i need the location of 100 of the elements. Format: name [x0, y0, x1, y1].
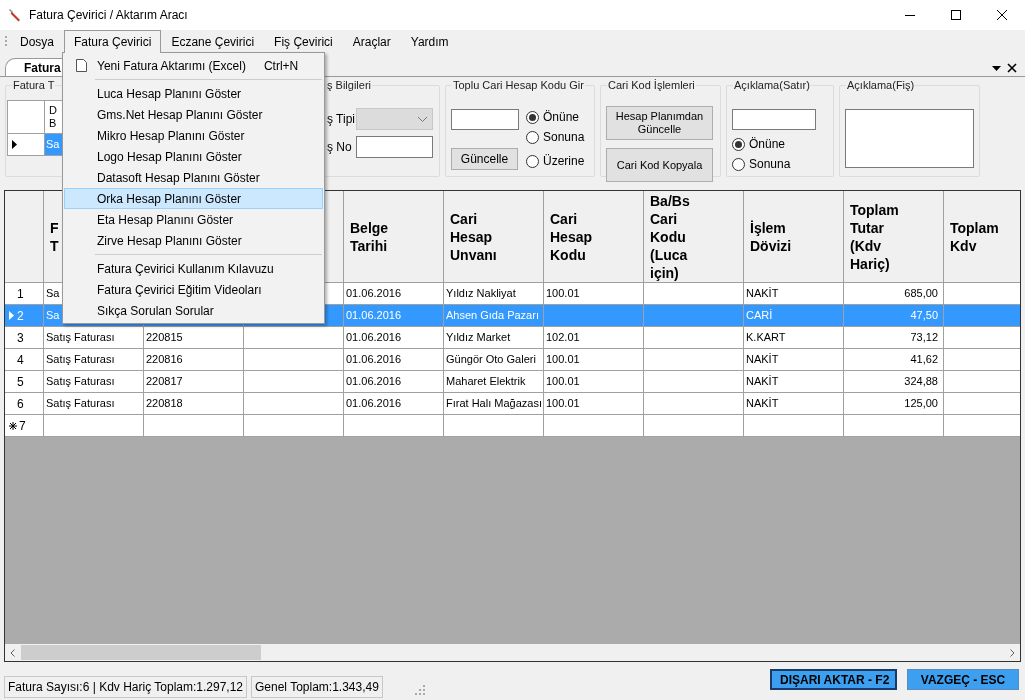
dropdown-caret-icon[interactable]: [992, 65, 1001, 71]
radio-button[interactable]: [526, 110, 539, 124]
table-cell-text: 01.06.2016: [346, 352, 402, 368]
menu-label: Fatura Çevirici Eğitim Videoları: [97, 281, 262, 299]
table-cell-text: 100.01: [546, 286, 580, 302]
column-header[interactable]: Toplam Kdv: [944, 191, 1020, 282]
menu-item[interactable]: Eta Hesap Planını Göster: [64, 209, 323, 230]
radio-button[interactable]: [732, 157, 745, 171]
radio-button[interactable]: [526, 154, 539, 168]
scrollbar-thumb[interactable]: [21, 645, 261, 660]
table-cell-text: Maharet Elektrik: [446, 374, 526, 390]
row-number: 5: [17, 373, 24, 391]
table-row[interactable]: 5 Satış Faturası 220817 01.06.2016 Maharet Elektrik 100.01 NAKİT 324,88: [5, 371, 1020, 393]
table-cell-text: Satış Faturası: [46, 374, 115, 390]
new-row-icon: [9, 421, 17, 430]
column-header[interactable]: İşlem Dövizi: [744, 191, 844, 282]
window-title: Fatura Çevirici / Aktarım Aracı: [29, 7, 188, 24]
note-text-area[interactable]: [845, 109, 974, 168]
table-cell-text: Satış Faturası: [46, 396, 115, 412]
table-cell-text: Yıldız Market: [446, 330, 511, 346]
table-cell-text: 73,12: [910, 330, 938, 346]
menu-label: Datasoft Hesap Planını Göster: [97, 169, 260, 187]
table-row[interactable]: 4 Satış Faturası 220816 01.06.2016 Güngör Oto Galeri 100.01 NAKİT 41,62: [5, 349, 1020, 371]
menu-item[interactable]: Logo Hesap Planını Göster: [64, 146, 323, 167]
horizontal-scrollbar[interactable]: [5, 644, 1020, 661]
column-header[interactable]: Belge Tarihi: [344, 191, 444, 282]
table-cell-text: NAKİT: [746, 286, 779, 302]
table-cell-text: 41,62: [910, 352, 938, 368]
radio-button[interactable]: [526, 130, 539, 144]
table-cell-text: 01.06.2016: [346, 396, 402, 412]
note-field[interactable]: [732, 109, 816, 130]
code-field[interactable]: [451, 109, 519, 130]
radio-label: Sonuna: [749, 156, 791, 173]
table-cell-text: K.KART: [746, 330, 786, 346]
shortcut-label: Ctrl+N: [263, 57, 299, 75]
table-cell-text: 100.01: [546, 374, 580, 390]
column-header[interactable]: Cari Hesap Unvanı: [444, 191, 544, 282]
menu-item[interactable]: Yardım: [400, 30, 459, 53]
scroll-left-icon[interactable]: [10, 648, 15, 657]
column-header: D B: [49, 103, 57, 131]
menu-label: Yeni Fatura Aktarımı (Excel): [97, 57, 246, 75]
current-row-icon: [12, 140, 17, 149]
table-cell-text: Sa: [46, 308, 60, 324]
radio-button[interactable]: [732, 137, 745, 151]
table-cell-text: 100.01: [546, 352, 580, 368]
menu-item[interactable]: Eczane Çevirici: [161, 30, 265, 53]
action-button[interactable]: DIŞARI AKTAR - F2: [770, 669, 897, 690]
wrench-icon: [7, 7, 23, 23]
action-button[interactable]: Cari Kod Kopyala: [606, 148, 713, 182]
row-number: 1: [17, 285, 24, 303]
table-cell-text: NAKİT: [746, 352, 779, 368]
table-cell-text: Fırat Halı Mağazası: [446, 396, 542, 412]
row-number: 6: [17, 395, 24, 413]
menu-item[interactable]: Orka Hesap Planını Göster: [64, 188, 323, 209]
menu-item[interactable]: Luca Hesap Planını Göster: [64, 83, 323, 104]
column-header[interactable]: Cari Hesap Kodu: [544, 191, 644, 282]
chevron-down-icon: [418, 116, 427, 122]
table-cell-text: 01.06.2016: [346, 374, 402, 390]
radio-label: Sonuna: [543, 129, 585, 146]
table-cell-text: 47,50: [910, 308, 938, 324]
document-icon: [75, 59, 87, 72]
column-header[interactable]: Ba/Bs Cari Kodu (Luca için): [644, 191, 744, 282]
menu-label: Fatura Çevirici Kullanım Kılavuzu: [97, 260, 274, 278]
menu-item[interactable]: Dosya: [10, 30, 64, 53]
menu-item[interactable]: Araçlar: [342, 30, 401, 53]
menu-item[interactable]: Zirve Hesap Planını Göster: [64, 230, 323, 251]
action-button[interactable]: Hesap Planımdan Güncelle: [606, 106, 713, 140]
field-label: ş No: [327, 139, 352, 156]
table-cell-text: 220815: [146, 330, 183, 346]
update-button[interactable]: Güncelle: [451, 148, 518, 170]
scroll-right-icon[interactable]: [1010, 648, 1015, 657]
current-row-icon: [9, 311, 14, 320]
number-field[interactable]: [356, 136, 433, 158]
menu-label: Zirve Hesap Planını Göster: [97, 232, 242, 250]
menu-label: Sıkça Sorulan Sorular: [97, 302, 214, 320]
table-cell-text: 685,00: [904, 286, 938, 302]
close-icon[interactable]: [1007, 63, 1017, 73]
menu-item[interactable]: Mikro Hesap Planını Göster: [64, 125, 323, 146]
table-cell-text: Güngör Oto Galeri: [446, 352, 536, 368]
table-cell-text: Yıldız Nakliyat: [446, 286, 516, 302]
column-header[interactable]: Toplam Tutar (Kdv Hariç): [844, 191, 944, 282]
table-cell-text: 220817: [146, 374, 183, 390]
field-label: ş Tipi: [327, 111, 352, 128]
action-button[interactable]: VAZGEÇ - ESC: [907, 669, 1019, 690]
table-cell-text: 125,00: [904, 396, 938, 412]
table-cell-text: CARİ: [746, 308, 773, 324]
table-row[interactable]: 3 Satış Faturası 220815 01.06.2016 Yıldız Market 102.01 K.KART 73,12: [5, 327, 1020, 349]
maximize-icon: [951, 10, 961, 20]
close-icon: [997, 10, 1007, 20]
menu-item[interactable]: Fatura Çevirici Kullanım Kılavuzu: [64, 258, 323, 279]
menu-label: Orka Hesap Planını Göster: [97, 190, 242, 208]
menu-item[interactable]: Fiş Çevirici: [264, 30, 343, 53]
table-row[interactable]: 6 Satış Faturası 220818 01.06.2016 Fırat Halı Mağazası 100.01 NAKİT 125,00: [5, 393, 1020, 415]
menu-label: Luca Hesap Planını Göster: [97, 85, 242, 103]
menu-item[interactable]: Gms.Net Hesap Planını Göster: [64, 104, 323, 125]
menu-item[interactable]: Datasoft Hesap Planını Göster: [64, 167, 323, 188]
menu-item[interactable]: Fatura Çevirici: [64, 30, 162, 53]
table-cell-text: Ahsen Gıda Pazarı: [446, 308, 539, 324]
radio-label: Üzerine: [543, 153, 585, 170]
table-cell-text: NAKİT: [746, 374, 779, 390]
